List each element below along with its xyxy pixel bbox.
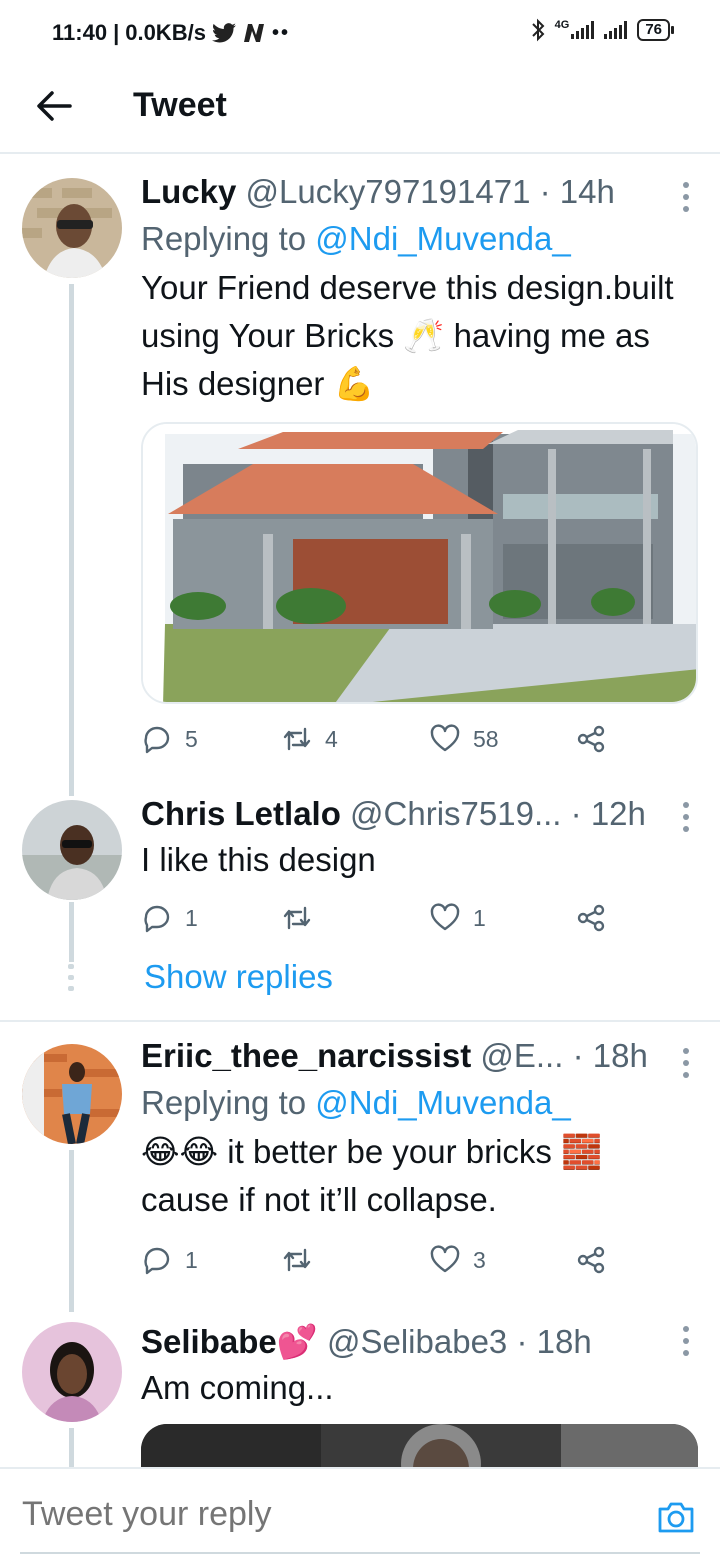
reply-input-underline <box>20 1552 700 1554</box>
n-app-icon <box>243 24 264 42</box>
replying-to: Replying to @Ndi_Muvenda_ <box>141 1084 571 1121</box>
signal-icon <box>571 21 595 39</box>
author-name[interactable]: Selibabe💕 <box>141 1323 318 1360</box>
speech-bubble-icon <box>144 1247 170 1275</box>
avatar[interactable] <box>22 1322 122 1422</box>
tweet-text: I like this design <box>141 841 376 878</box>
tweet-eriic[interactable]: Eriic_thee_narcissist @E... · 18h Replyi… <box>0 1022 720 1312</box>
retweet-button[interactable] <box>281 902 325 934</box>
speech-bubble-icon <box>144 905 170 933</box>
status-time: 11:40 <box>52 20 108 45</box>
tweet-text: Your Friend deserve this design.built us… <box>141 269 674 402</box>
author-handle[interactable]: @Chris7519... <box>350 795 561 832</box>
author-handle[interactable]: @Selibabe3 <box>327 1323 507 1360</box>
network-type: 4G <box>554 19 570 31</box>
heart-icon <box>430 1245 460 1273</box>
retweet-icon <box>283 906 311 930</box>
share-icon <box>577 1246 605 1274</box>
app-header: Tweet <box>0 66 720 154</box>
like-count: 3 <box>473 1246 486 1273</box>
tweet-text: 😂😂 it better be your bricks 🧱 cause if n… <box>141 1133 603 1218</box>
tweet-lucky[interactable]: Lucky @Lucky797191471 · 14h Replying to … <box>0 156 720 796</box>
reply-button[interactable]: 1 <box>141 1244 198 1276</box>
share-icon <box>577 904 605 932</box>
author-handle[interactable]: @E... <box>480 1037 563 1074</box>
like-button[interactable]: 3 <box>429 1244 486 1276</box>
retweet-icon <box>283 1248 311 1272</box>
bluetooth-icon <box>531 18 545 42</box>
thread-dots <box>68 964 74 991</box>
tweet-actions: 1 1 <box>141 902 610 942</box>
reply-count: 1 <box>185 1246 198 1273</box>
author-handle[interactable]: @Lucky797191471 <box>246 173 531 210</box>
retweet-button[interactable] <box>281 1244 325 1276</box>
share-button[interactable] <box>575 1244 607 1276</box>
tweet-time: 14h <box>559 173 615 210</box>
camera-icon[interactable] <box>656 1497 696 1537</box>
mention-link[interactable]: @Ndi_Muvenda_ <box>315 220 570 257</box>
retweet-count: 4 <box>325 725 338 752</box>
tweet-chris[interactable]: Chris Letlalo @Chris7519... · 12h I like… <box>0 795 720 1020</box>
speech-bubble-icon <box>144 726 170 754</box>
page-title: Tweet <box>133 86 227 124</box>
share-button[interactable] <box>575 902 607 934</box>
tweet-image[interactable] <box>141 422 698 704</box>
more-notifications-icon: •• <box>271 21 290 44</box>
share-button[interactable] <box>575 723 607 755</box>
author-name[interactable]: Chris Letlalo <box>141 795 341 832</box>
battery-icon: 76 <box>637 19 674 41</box>
arrow-left-icon[interactable] <box>34 86 74 126</box>
reply-count: 5 <box>185 725 198 752</box>
reply-button[interactable]: 5 <box>141 723 198 755</box>
retweet-icon <box>283 727 311 751</box>
reply-count: 1 <box>185 904 198 931</box>
tweet-text: Am coming... <box>141 1369 334 1406</box>
thread-line <box>69 1428 74 1467</box>
heart-icon <box>430 724 460 752</box>
twitter-bird-icon <box>211 23 236 43</box>
share-icon <box>577 725 605 753</box>
reply-button[interactable]: 1 <box>141 902 198 934</box>
tweet-time: 18h <box>592 1037 648 1074</box>
like-count: 58 <box>473 725 499 752</box>
reply-input[interactable] <box>22 1495 465 1534</box>
like-button[interactable]: 58 <box>429 723 499 755</box>
like-button[interactable]: 1 <box>429 902 486 934</box>
tweet-actions: 5 4 58 <box>141 723 610 763</box>
mention-link[interactable]: @Ndi_Muvenda_ <box>315 1084 570 1121</box>
heart-icon <box>430 903 460 931</box>
retweet-button[interactable]: 4 <box>281 723 338 755</box>
show-replies-link[interactable]: Show replies <box>144 958 333 996</box>
author-name[interactable]: Lucky <box>141 173 236 210</box>
tweet-time: 12h <box>590 795 646 832</box>
thread-line <box>69 902 74 962</box>
avatar[interactable] <box>22 178 122 278</box>
avatar[interactable] <box>22 1044 122 1144</box>
thread-line <box>69 284 74 796</box>
status-bar: 11:40 | 0.0KB/s •• 4G 76 <box>0 0 720 66</box>
tweet-selibabe[interactable]: Selibabe💕 @Selibabe3 · 18h Am coming... <box>0 1312 720 1484</box>
tweet-time: 18h <box>536 1323 592 1360</box>
avatar[interactable] <box>22 800 122 900</box>
replying-to: Replying to @Ndi_Muvenda_ <box>141 220 571 257</box>
author-name[interactable]: Eriic_thee_narcissist <box>141 1037 471 1074</box>
signal-icon-2 <box>604 21 628 39</box>
thread-line <box>69 1150 74 1312</box>
tweet-actions: 1 3 <box>141 1244 610 1284</box>
like-count: 1 <box>473 904 486 931</box>
reply-bar <box>0 1467 720 1560</box>
status-speed: 0.0KB/s <box>125 20 206 45</box>
